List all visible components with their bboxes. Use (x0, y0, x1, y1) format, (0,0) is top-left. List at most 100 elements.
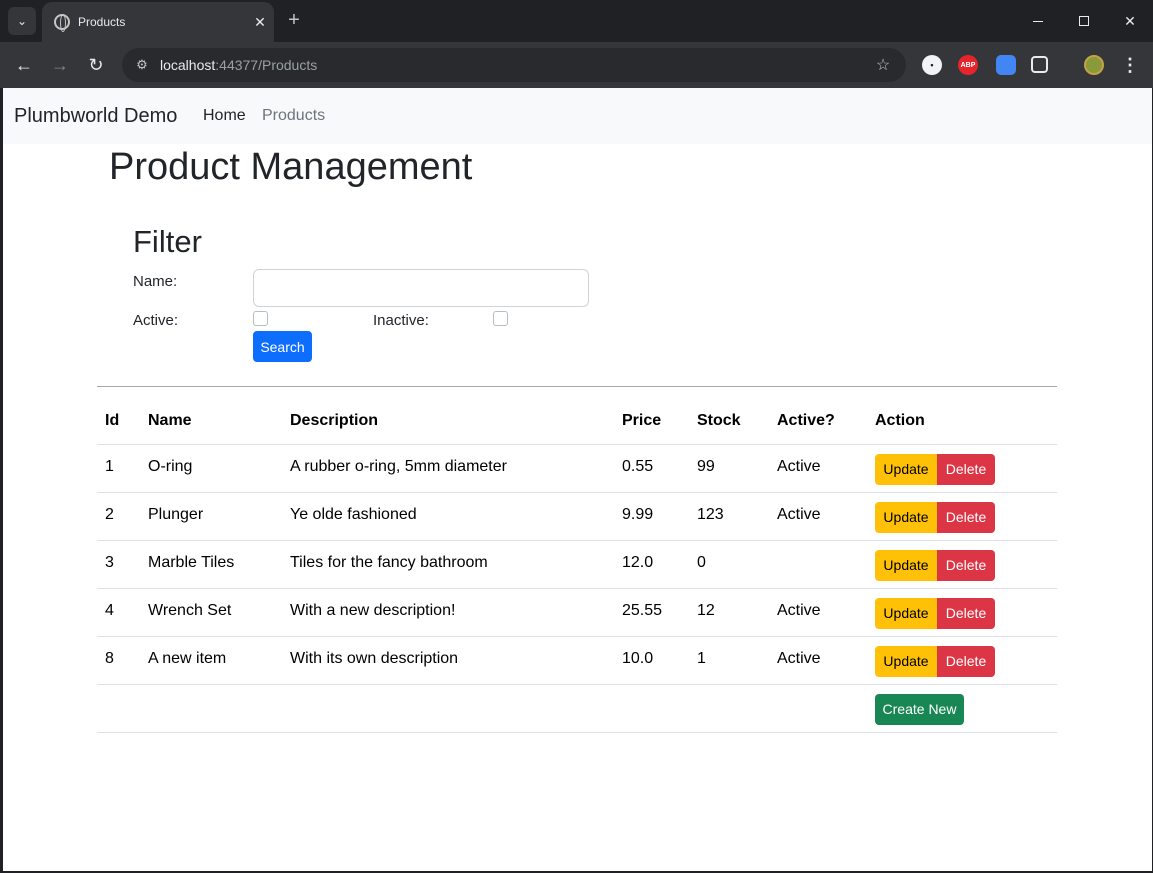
cell-price: 9.99 (614, 492, 689, 541)
create-new-button[interactable]: Create New (875, 693, 964, 725)
header-action: Action (867, 398, 1057, 445)
browser-toolbar: ← → ↻ ⚙ localhost:44377/Products ☆ • ABP… (0, 42, 1153, 88)
table-row: 8 A new item With its own description 10… (97, 636, 1057, 685)
table-footer-row: Create New (97, 684, 1057, 733)
header-price: Price (614, 398, 689, 445)
close-tab-icon[interactable]: ✕ (246, 14, 274, 31)
cell-stock: 12 (689, 588, 769, 637)
maximize-button[interactable] (1061, 0, 1107, 42)
search-button[interactable]: Search (253, 331, 312, 362)
update-button[interactable]: Update (875, 501, 937, 533)
page-title: Product Management (109, 146, 473, 188)
maximize-icon (1079, 16, 1089, 26)
site-navbar: Plumbworld Demo Home Products (3, 88, 1152, 144)
cell-price: 10.0 (614, 636, 689, 685)
name-input[interactable] (253, 269, 589, 307)
cell-name: Wrench Set (140, 588, 282, 637)
table-row: 3 Marble Tiles Tiles for the fancy bathr… (97, 540, 1057, 589)
update-button[interactable]: Update (875, 645, 937, 677)
cell-action: Create New (867, 684, 1057, 733)
minimize-icon (1033, 20, 1043, 22)
url-path: :44377/Products (215, 57, 318, 73)
divider (97, 386, 1057, 387)
cell-id: 1 (97, 444, 140, 493)
site-info-icon[interactable]: ⚙ (132, 57, 152, 73)
filter-heading: Filter (133, 224, 202, 259)
delete-button[interactable]: Delete (937, 597, 995, 629)
forward-icon[interactable]: → (46, 51, 74, 79)
tab-title: Products (78, 15, 126, 29)
minimize-button[interactable] (1015, 0, 1061, 42)
cell-description: Tiles for the fancy bathroom (282, 540, 614, 589)
header-name: Name (140, 398, 282, 445)
cell-name: O-ring (140, 444, 282, 493)
header-active: Active? (769, 398, 867, 445)
cell-action: Update Delete (867, 444, 1057, 493)
extension-icon-blue[interactable] (996, 55, 1016, 75)
cell-action: Update Delete (867, 492, 1057, 541)
delete-button[interactable]: Delete (937, 645, 995, 677)
cell-action: Update Delete (867, 588, 1057, 637)
back-icon[interactable]: ← (10, 51, 38, 79)
cell-name: A new item (140, 636, 282, 685)
cell-id: 3 (97, 540, 140, 589)
cell-active: Active (769, 636, 867, 685)
extension-icon[interactable]: • (922, 55, 942, 75)
puzzle-icon[interactable] (1031, 56, 1048, 73)
empty-cell (97, 684, 867, 733)
cell-description: With its own description (282, 636, 614, 685)
cell-id: 2 (97, 492, 140, 541)
cell-id: 4 (97, 588, 140, 637)
cell-active: Active (769, 492, 867, 541)
adblock-icon[interactable]: ABP (958, 55, 978, 75)
cell-action: Update Delete (867, 540, 1057, 589)
address-bar[interactable]: ⚙ localhost:44377/Products ☆ (122, 48, 906, 82)
cell-stock: 0 (689, 540, 769, 589)
nav-link-home[interactable]: Home (203, 107, 246, 125)
cell-active (769, 540, 867, 589)
active-checkbox[interactable] (253, 311, 268, 326)
cell-id: 8 (97, 636, 140, 685)
table-header-row: Id Name Description Price Stock Active? … (97, 398, 1057, 445)
update-button[interactable]: Update (875, 453, 937, 485)
table-row: 2 Plunger Ye olde fashioned 9.99 123 Act… (97, 492, 1057, 541)
cell-stock: 99 (689, 444, 769, 493)
update-button[interactable]: Update (875, 597, 937, 629)
name-label: Name: (133, 273, 178, 290)
inactive-label: Inactive: (373, 312, 429, 329)
delete-button[interactable]: Delete (937, 453, 995, 485)
table-row: 1 O-ring A rubber o-ring, 5mm diameter 0… (97, 444, 1057, 493)
window-close-button[interactable]: ✕ (1107, 0, 1153, 42)
cell-active: Active (769, 588, 867, 637)
cell-description: With a new description! (282, 588, 614, 637)
profile-icon[interactable] (1084, 55, 1104, 75)
brand-link[interactable]: Plumbworld Demo (14, 105, 177, 128)
header-stock: Stock (689, 398, 769, 445)
menu-icon[interactable]: ⋮ (1120, 55, 1140, 75)
products-table: Id Name Description Price Stock Active? … (97, 398, 1057, 733)
cell-price: 25.55 (614, 588, 689, 637)
globe-icon (54, 14, 70, 32)
cell-price: 12.0 (614, 540, 689, 589)
cell-price: 0.55 (614, 444, 689, 493)
url-host: localhost (160, 57, 216, 73)
inactive-checkbox[interactable] (493, 311, 508, 326)
cell-name: Plunger (140, 492, 282, 541)
cell-stock: 123 (689, 492, 769, 541)
header-id: Id (97, 398, 140, 445)
reload-icon[interactable]: ↻ (82, 51, 110, 79)
cell-description: Ye olde fashioned (282, 492, 614, 541)
tab-search-icon[interactable]: ⌄ (8, 7, 36, 35)
star-icon[interactable]: ☆ (868, 55, 898, 75)
nav-link-products[interactable]: Products (262, 107, 325, 125)
cell-name: Marble Tiles (140, 540, 282, 589)
cell-description: A rubber o-ring, 5mm diameter (282, 444, 614, 493)
header-description: Description (282, 398, 614, 445)
delete-button[interactable]: Delete (937, 549, 995, 581)
delete-button[interactable]: Delete (937, 501, 995, 533)
url-text[interactable]: localhost:44377/Products (160, 57, 868, 73)
update-button[interactable]: Update (875, 549, 937, 581)
cell-active: Active (769, 444, 867, 493)
browser-tab[interactable]: Products ✕ (42, 2, 274, 42)
new-tab-button[interactable]: + (282, 8, 306, 32)
